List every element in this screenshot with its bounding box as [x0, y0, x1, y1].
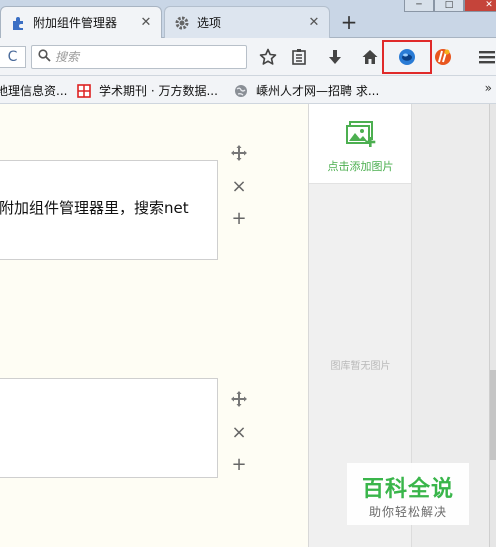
move-icon[interactable] — [230, 144, 248, 162]
remove-button[interactable]: × — [230, 176, 248, 197]
tab-options[interactable]: 选项 ✕ — [164, 6, 330, 38]
bookmark-label: 嵊州人才网—招聘 求... — [256, 84, 380, 98]
bookmark-label: 学术期刊 · 万方数据... — [99, 84, 218, 98]
watermark-title: 百科全说 — [361, 477, 454, 502]
step-text: 附加组件管理器里，搜索net — [0, 199, 189, 217]
tab-strip: 附加组件管理器 ✕ 选项 ✕ + ─ □ ✕ — [0, 0, 496, 38]
bookmark-item[interactable]: 地理信息资... — [0, 82, 67, 99]
add-button[interactable]: + — [230, 454, 248, 475]
gear-icon — [173, 14, 191, 32]
search-input[interactable] — [55, 50, 235, 64]
add-picture-button[interactable]: 点击添加图片 — [309, 104, 412, 184]
scrollbar[interactable] — [489, 104, 496, 547]
add-button[interactable]: + — [230, 208, 248, 229]
wanfang-icon — [77, 83, 91, 98]
puzzle-icon — [9, 14, 27, 32]
tab-label: 附加组件管理器 — [33, 16, 118, 30]
bookmark-label: 地理信息资... — [0, 84, 68, 98]
empty-gallery-label: 图库暂无图片 — [330, 361, 391, 372]
globe-icon — [234, 84, 248, 98]
step-text-box[interactable] — [0, 378, 218, 478]
tab-close-icon[interactable]: ✕ — [139, 15, 153, 30]
menu-icon[interactable] — [476, 47, 496, 67]
reload-button[interactable]: C — [0, 46, 26, 68]
watermark: 百科全说 助你轻松解决 — [347, 463, 469, 525]
add-image-icon — [345, 120, 377, 153]
editor-content: 附加组件管理器里，搜索net × + × + — [0, 104, 308, 547]
new-tab-button[interactable]: + — [338, 12, 360, 34]
tab-label: 选项 — [197, 16, 222, 30]
scrollbar-thumb[interactable] — [490, 370, 496, 460]
highlight-annotation — [382, 40, 432, 74]
maximize-button[interactable]: □ — [434, 0, 464, 12]
move-icon[interactable] — [230, 390, 248, 408]
step-text-box[interactable]: 附加组件管理器里，搜索net — [0, 160, 218, 260]
minimize-button[interactable]: ─ — [404, 0, 434, 12]
star-icon[interactable] — [257, 47, 279, 67]
search-icon — [38, 49, 51, 65]
search-box[interactable] — [31, 45, 247, 69]
window-controls: ─ □ ✕ — [404, 0, 496, 12]
bookmarks-bar: 地理信息资... 学术期刊 · 万方数据... 嵊州人才网—招聘 求... » — [0, 76, 496, 104]
add-picture-label: 点击添加图片 — [327, 160, 394, 173]
download-icon[interactable] — [324, 47, 346, 67]
bookmarks-more-button[interactable]: » — [485, 81, 492, 95]
remove-button[interactable]: × — [230, 422, 248, 443]
window-close-button[interactable]: ✕ — [464, 0, 496, 12]
watermark-subtitle: 助你轻松解决 — [368, 505, 447, 519]
reading-list-icon[interactable] — [288, 47, 310, 67]
bookmark-item[interactable]: 学术期刊 · 万方数据... — [77, 82, 218, 99]
extension-orange-icon[interactable] — [432, 47, 454, 67]
bookmark-item[interactable]: 嵊州人才网—招聘 求... — [234, 82, 379, 99]
nav-toolbar: C — [0, 38, 496, 76]
tab-close-icon[interactable]: ✕ — [307, 15, 321, 30]
home-icon[interactable] — [359, 47, 381, 67]
tab-addons-manager[interactable]: 附加组件管理器 ✕ — [0, 6, 162, 38]
